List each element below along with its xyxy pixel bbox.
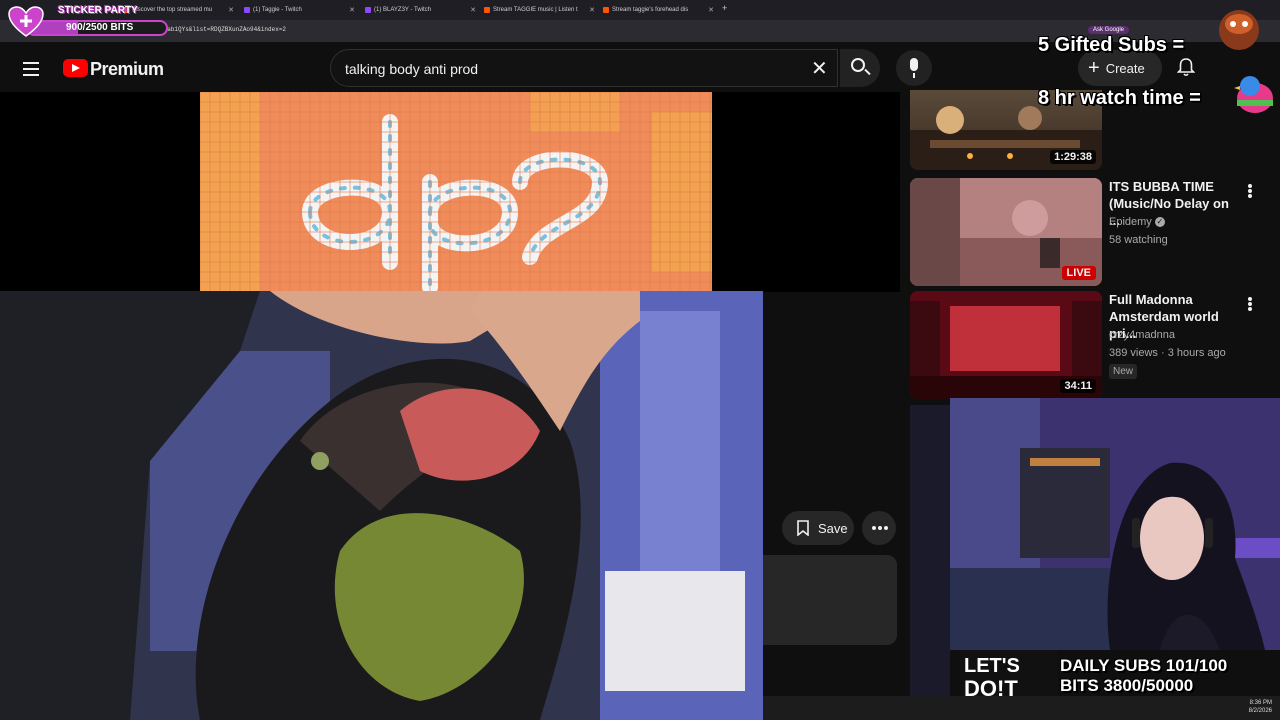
tab-title: Stream TAGGIE music | Listen t (493, 7, 578, 13)
clock-time: 8:36 PM (1249, 700, 1272, 706)
rainbow-duck-icon (1234, 76, 1273, 113)
bits-goal-label: BITS 3800/50000 (1060, 676, 1194, 695)
sticker-bits-count: 900/2500 BITS (66, 22, 134, 33)
search-query[interactable]: talking body anti prod (345, 61, 478, 77)
tab-title: Stream taggie's forehead dis (612, 7, 689, 13)
recommendation-item[interactable]: LIVE ITS BUBBA TIME (Music/No Delay on .… (910, 178, 1280, 286)
streamer-camera-image (950, 398, 1280, 650)
dog-camera-image (0, 291, 763, 720)
close-icon[interactable]: ✕ (708, 6, 714, 14)
browser-tab[interactable]: Stream TAGGIE music | Listen t ✕ (481, 2, 599, 18)
more-options-icon[interactable] (1248, 184, 1252, 188)
tab-title: (1) Taggie - Twitch (253, 7, 302, 13)
video-thumbnail[interactable]: 34:11 (910, 291, 1102, 399)
browser-tab-bar: Discover the top streamed mu ✕ (1) Taggi… (0, 0, 1280, 20)
channel-name[interactable]: Epidemy ✓ (1109, 216, 1165, 228)
live-badge: LIVE (1061, 266, 1096, 280)
pixel-art-logo (200, 92, 712, 292)
tab-favicon-icon (365, 7, 371, 13)
system-clock[interactable]: 8:36 PM 8/2/2026 (1249, 699, 1272, 715)
description-box[interactable] (763, 555, 897, 645)
bookmark-icon (797, 520, 809, 536)
gifted-subs-goal: 5 Gifted Subs = (1038, 34, 1185, 56)
svg-text:LET'S: LET'S (964, 655, 1020, 677)
main-video-frame[interactable] (200, 92, 712, 292)
menu-icon[interactable] (23, 62, 39, 80)
more-actions-button[interactable] (862, 511, 896, 545)
create-label: Create (1105, 60, 1145, 76)
verified-icon: ✓ (1154, 217, 1165, 228)
notifications-bell-icon[interactable] (1177, 57, 1195, 77)
screen: Discover the top streamed mu ✕ (1) Taggi… (0, 0, 1280, 720)
tab-favicon-icon (244, 7, 250, 13)
video-duration: 1:29:38 (1050, 150, 1096, 164)
search-button[interactable] (840, 49, 880, 87)
video-meta: 389 views · 3 hours ago (1109, 347, 1226, 359)
clock-date: 8/2/2026 (1248, 708, 1272, 714)
more-icon (872, 526, 876, 530)
video-thumbnail[interactable]: LIVE (910, 178, 1102, 286)
new-badge: New (1109, 364, 1138, 379)
emote-sticker-icon (1219, 10, 1259, 50)
more-options-icon[interactable] (1248, 297, 1252, 301)
video-meta: 58 watching (1109, 234, 1168, 246)
plus-icon: + (1088, 57, 1100, 79)
microphone-icon (910, 58, 918, 78)
brand-label[interactable]: Premium (90, 59, 164, 80)
close-icon[interactable]: ✕ (589, 6, 595, 14)
video-duration: 34:11 (1060, 379, 1096, 393)
system-taskbar: 8:36 PM 8/2/2026 (763, 696, 1280, 720)
close-icon[interactable]: ✕ (228, 6, 234, 14)
search-icon (851, 58, 865, 72)
watch-time-goal: 8 hr watch time = (1038, 87, 1201, 109)
search-input[interactable]: talking body anti prod ✕ (330, 49, 838, 87)
tab-title: (1) BLAYZ3Y - Twitch (374, 7, 432, 13)
browser-tab[interactable]: (1) BLAYZ3Y - Twitch ✕ (362, 2, 480, 18)
lets-do-it-sticker: LET'S DO!T (960, 650, 1058, 700)
close-icon[interactable]: ✕ (349, 6, 355, 14)
dog-webcam-overlay (0, 291, 763, 720)
save-label: Save (818, 520, 848, 536)
sticker-party-label: STICKER PARTY (58, 5, 138, 16)
voice-search-button[interactable] (896, 50, 932, 86)
sticker-party-goal: STICKER PARTY 900/2500 BITS (8, 2, 168, 38)
recommendation-item[interactable]: 34:11 Full Madonna Amsterdam world pri..… (910, 291, 1280, 399)
channel-label[interactable]: Epidemy (1109, 216, 1152, 228)
youtube-logo-icon[interactable] (63, 59, 88, 77)
browser-tab[interactable]: (1) Taggie - Twitch ✕ (241, 2, 359, 18)
daily-subs-label: DAILY SUBS 101/100 (1060, 656, 1228, 675)
tab-favicon-icon (484, 7, 490, 13)
sidebar-thumbnail-strip (910, 405, 950, 705)
browser-tab[interactable]: Stream taggie's forehead dis ✕ (600, 2, 718, 18)
save-button[interactable]: Save (782, 511, 854, 545)
tab-favicon-icon (603, 7, 609, 13)
new-tab-icon[interactable]: + (722, 3, 727, 13)
heart-icon (8, 6, 44, 37)
streamer-webcam-overlay (950, 398, 1280, 650)
ask-google-button[interactable]: Ask Google (1088, 26, 1130, 34)
clear-search-icon[interactable]: ✕ (811, 56, 828, 81)
url-text[interactable]: llab1QYs&list=RDQZBXunZAo94&index=2 (160, 26, 286, 33)
close-icon[interactable]: ✕ (470, 6, 476, 14)
channel-name[interactable]: crzy4madnna (1109, 329, 1175, 341)
daily-goals: DAILY SUBS 101/100 BITS 3800/50000 (1060, 656, 1227, 696)
